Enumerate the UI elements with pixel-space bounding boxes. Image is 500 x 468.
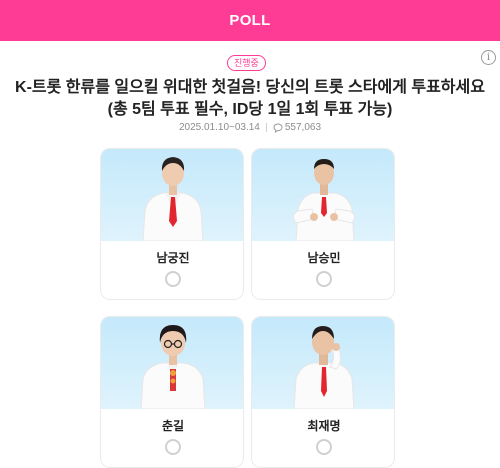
comment-icon [273,122,283,133]
candidate-card[interactable]: 춘길 [100,316,244,468]
vote-radio[interactable] [316,271,332,287]
vote-radio[interactable] [165,271,181,287]
candidate-card[interactable]: 최재명 [251,316,395,468]
meta-divider [265,123,267,132]
candidate-name: 남승민 [307,251,341,265]
poll-period: 2025.01.10~03.14 [178,122,260,133]
status-badge: 진행중 [227,55,266,71]
poll-header: POLL [0,0,500,41]
vote-radio[interactable] [165,439,181,455]
poll-title: K-트롯 한류를 일으킬 위대한 첫걸음! 당신의 트롯 스타에게 투표하세요 … [15,79,485,118]
candidate-card[interactable]: 남궁진 [100,148,244,300]
candidate-name: 춘길 [161,419,185,433]
header-title: POLL [229,12,271,29]
candidate-photo [252,149,394,241]
candidate-photo [101,317,243,409]
poll-meta: 2025.01.10~03.14 557,063 [0,122,500,133]
candidate-card[interactable]: 남승민 [251,148,395,300]
info-icon[interactable]: i [481,50,496,65]
vote-radio[interactable] [316,439,332,455]
candidate-name: 남궁진 [156,251,190,265]
candidate-name: 최재명 [307,419,341,433]
candidate-photo [252,317,394,409]
candidate-photo [101,149,243,241]
comment-count: 557,063 [284,122,322,133]
